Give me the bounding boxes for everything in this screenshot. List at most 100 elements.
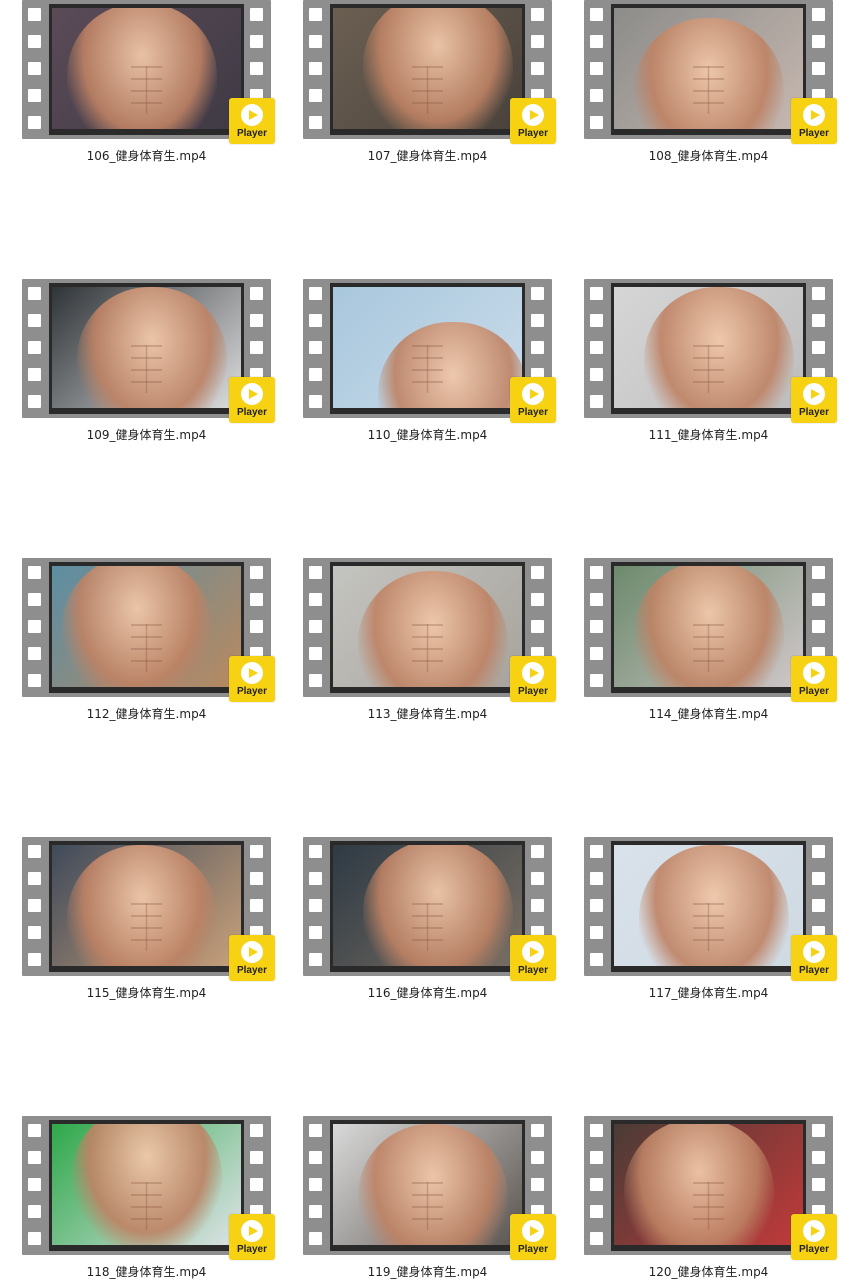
sprocket-hole [309, 620, 322, 633]
video-thumbnail-item[interactable]: Player 113_健身体育生.mp4 [281, 558, 556, 723]
sprocket-hole [250, 314, 263, 327]
player-badge-label: Player [798, 686, 830, 697]
sprocket-hole [250, 287, 263, 300]
player-badge-button[interactable]: Player [791, 377, 837, 423]
video-thumbnail-item[interactable]: Player 118_健身体育生.mp4 [0, 1116, 275, 1281]
video-filename: 109_健身体育生.mp4 [86, 428, 207, 442]
sprocket-hole [590, 1124, 603, 1137]
player-badge-button[interactable]: Player [229, 377, 275, 423]
player-badge-button[interactable]: Player [510, 98, 556, 144]
sprocket-hole [28, 620, 41, 633]
sprocket-hole [28, 953, 41, 966]
player-badge-label: Player [236, 965, 268, 976]
preview-detail [693, 345, 724, 394]
video-filename: 117_健身体育生.mp4 [648, 986, 769, 1000]
sprocket-hole [309, 845, 322, 858]
preview-detail [412, 903, 443, 952]
player-badge-label: Player [236, 1244, 268, 1255]
video-filename: 110_健身体育生.mp4 [367, 428, 488, 442]
player-badge-label: Player [517, 686, 549, 697]
video-thumbnail-item[interactable]: Player 114_健身体育生.mp4 [562, 558, 837, 723]
film-sprocket-strip [303, 558, 330, 697]
video-preview-frame [49, 283, 244, 414]
preview-detail [131, 903, 162, 952]
player-badge-button[interactable]: Player [510, 377, 556, 423]
sprocket-hole [28, 89, 41, 102]
sprocket-hole [309, 566, 322, 579]
video-preview-frame [49, 562, 244, 693]
video-preview-frame [330, 841, 525, 972]
player-badge-button[interactable]: Player [510, 1214, 556, 1260]
player-badge-button[interactable]: Player [510, 935, 556, 981]
player-badge-button[interactable]: Player [791, 98, 837, 144]
video-filename: 114_健身体育生.mp4 [648, 707, 769, 721]
sprocket-hole [812, 620, 825, 633]
video-thumbnail-item[interactable]: Player 119_健身体育生.mp4 [281, 1116, 556, 1281]
play-icon [803, 383, 825, 405]
sprocket-hole [531, 341, 544, 354]
video-thumbnail-item[interactable]: Player 106_健身体育生.mp4 [0, 0, 275, 165]
player-badge-button[interactable]: Player [229, 98, 275, 144]
video-thumbnail-item[interactable]: Player 110_健身体育生.mp4 [281, 279, 556, 444]
preview-detail [412, 624, 443, 673]
play-icon [522, 383, 544, 405]
sprocket-hole [309, 1232, 322, 1245]
video-thumbnail-item[interactable]: Player 116_健身体育生.mp4 [281, 837, 556, 1002]
video-preview-image [614, 8, 803, 129]
preview-detail [693, 66, 724, 115]
sprocket-hole [812, 341, 825, 354]
sprocket-hole [590, 314, 603, 327]
video-thumbnail-item[interactable]: Player 115_健身体育生.mp4 [0, 837, 275, 1002]
player-badge-button[interactable]: Player [791, 656, 837, 702]
sprocket-hole [590, 899, 603, 912]
player-badge-label: Player [236, 686, 268, 697]
sprocket-hole [28, 314, 41, 327]
play-icon [241, 383, 263, 405]
player-badge-label: Player [517, 965, 549, 976]
player-badge-button[interactable]: Player [791, 1214, 837, 1260]
sprocket-hole [590, 926, 603, 939]
video-preview-image [614, 845, 803, 966]
preview-detail [131, 1182, 162, 1231]
play-icon [522, 662, 544, 684]
sprocket-hole [28, 899, 41, 912]
sprocket-hole [531, 845, 544, 858]
sprocket-hole [28, 368, 41, 381]
player-badge-button[interactable]: Player [229, 656, 275, 702]
video-thumbnail-item[interactable]: Player 112_健身体育生.mp4 [0, 558, 275, 723]
video-filename: 111_健身体育生.mp4 [648, 428, 769, 442]
player-badge-button[interactable]: Player [229, 1214, 275, 1260]
film-sprocket-strip [22, 837, 49, 976]
video-preview-frame [330, 1120, 525, 1251]
sprocket-hole [309, 341, 322, 354]
sprocket-hole [309, 593, 322, 606]
video-thumbnail-item[interactable]: Player 109_健身体育生.mp4 [0, 279, 275, 444]
player-badge-button[interactable]: Player [510, 656, 556, 702]
video-thumbnail-item[interactable]: Player 117_健身体育生.mp4 [562, 837, 837, 1002]
player-badge-button[interactable]: Player [229, 935, 275, 981]
sprocket-hole [309, 953, 322, 966]
sprocket-hole [250, 1124, 263, 1137]
play-icon [803, 941, 825, 963]
play-icon [803, 662, 825, 684]
sprocket-hole [250, 899, 263, 912]
sprocket-hole [28, 341, 41, 354]
video-preview-frame [330, 4, 525, 135]
film-sprocket-strip [303, 837, 330, 976]
preview-detail [693, 624, 724, 673]
preview-detail [412, 345, 443, 394]
video-filename: 118_健身体育生.mp4 [86, 1265, 207, 1279]
video-thumbnail-item[interactable]: Player 108_健身体育生.mp4 [562, 0, 837, 165]
video-thumbnail-item[interactable]: Player 120_健身体育生.mp4 [562, 1116, 837, 1281]
sprocket-hole [812, 899, 825, 912]
sprocket-hole [531, 8, 544, 21]
video-filename: 108_健身体育生.mp4 [648, 149, 769, 163]
player-badge-button[interactable]: Player [791, 935, 837, 981]
sprocket-hole [250, 872, 263, 885]
sprocket-hole [590, 8, 603, 21]
sprocket-hole [250, 1151, 263, 1164]
sprocket-hole [812, 593, 825, 606]
video-thumbnail-item[interactable]: Player 107_健身体育生.mp4 [281, 0, 556, 165]
video-thumbnail-item[interactable]: Player 111_健身体育生.mp4 [562, 279, 837, 444]
video-preview-image [52, 8, 241, 129]
